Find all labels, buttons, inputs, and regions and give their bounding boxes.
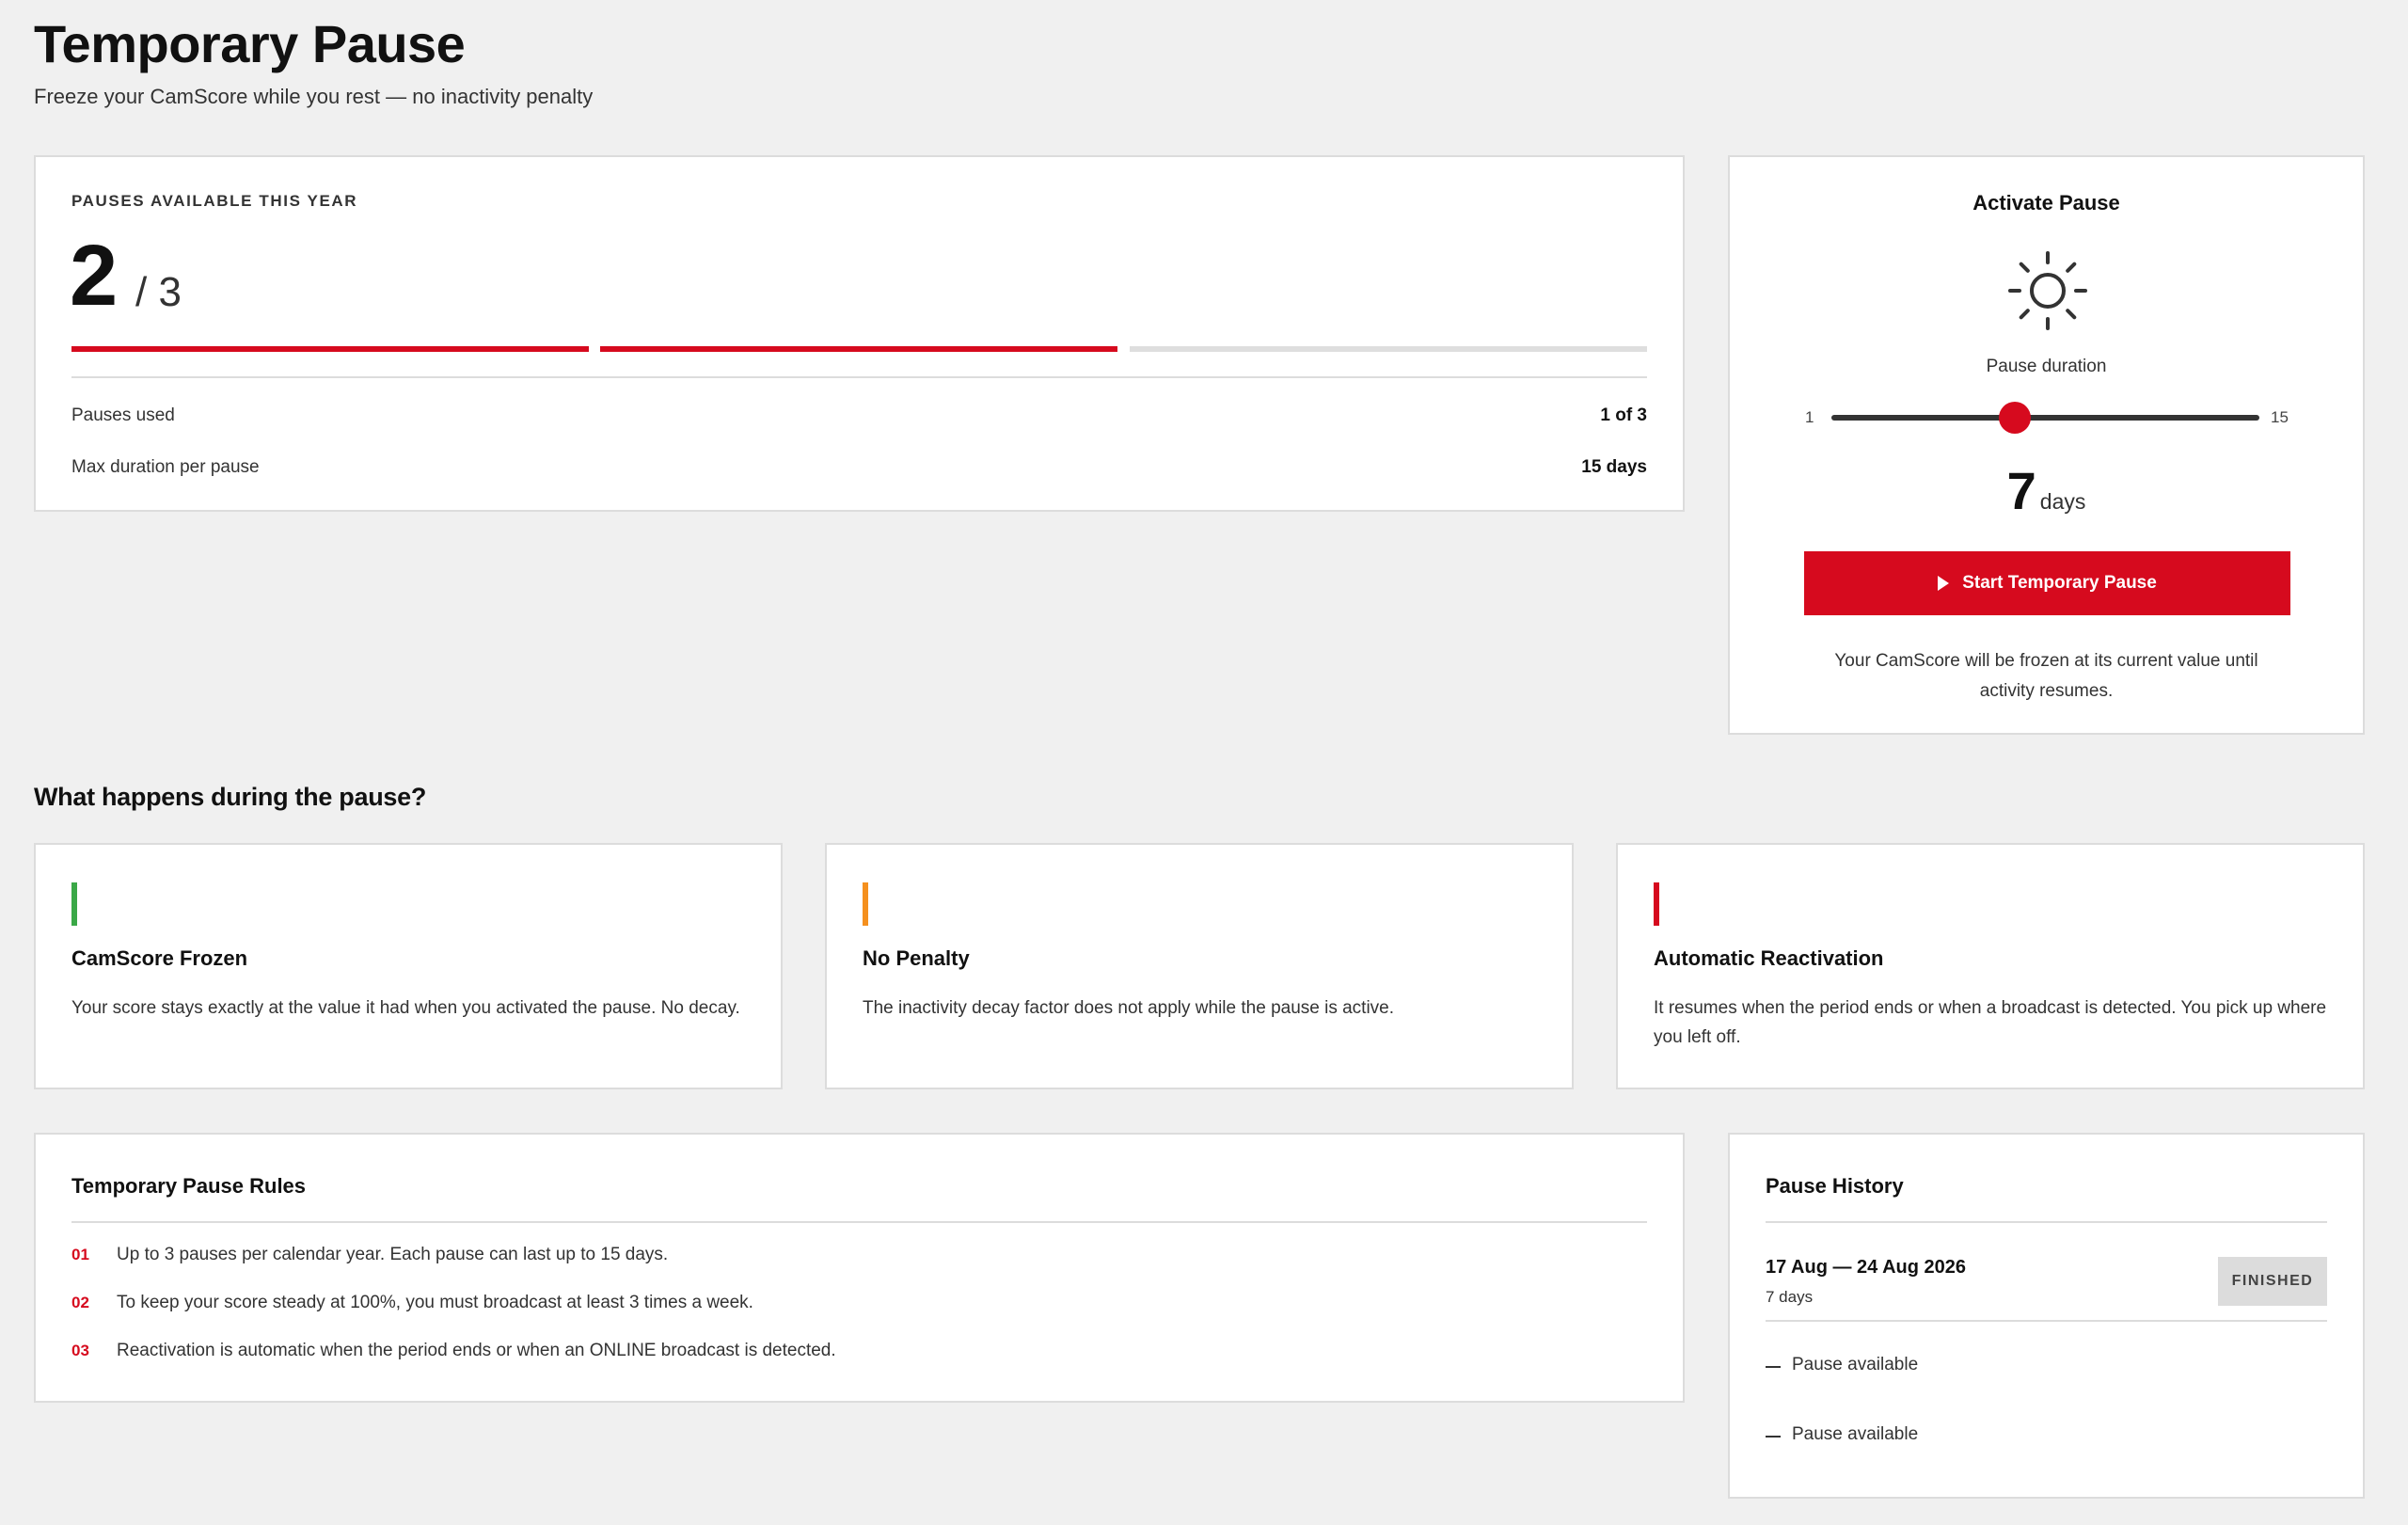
play-icon <box>1938 576 1950 591</box>
pauses-available-card: PAUSES AVAILABLE THIS YEAR 2 / 3 Pauses … <box>34 155 1685 512</box>
pause-segment-3 <box>1130 346 1647 352</box>
history-entry-divider <box>1766 1320 2327 1322</box>
info-card-title: CamScore Frozen <box>71 946 248 970</box>
activate-note: Your CamScore will be frozen at its curr… <box>1834 651 2258 701</box>
slider-min-label: 1 <box>1805 408 1814 426</box>
pauses-available-count: 2 <box>70 228 119 324</box>
accent-bar <box>71 882 77 926</box>
history-slot-available: Pause available <box>1792 1355 1919 1374</box>
history-slot-available: Pause available <box>1792 1424 1919 1444</box>
rule-number: 02 <box>71 1294 89 1311</box>
info-card-description: It resumes when the period ends or when … <box>1654 998 2327 1047</box>
info-card-automatic-reactivation: Automatic Reactivation It resumes when t… <box>1616 843 2365 1089</box>
dash-icon <box>1766 1436 1781 1438</box>
what-happens-heading: What happens during the pause? <box>34 783 427 811</box>
info-card-no-penalty: No Penalty The inactivity decay factor d… <box>825 843 1574 1089</box>
accent-bar <box>863 882 868 926</box>
history-entry-duration: 7 days <box>1766 1288 1814 1306</box>
selected-duration: 7 days <box>1730 460 2363 521</box>
pauses-available-eyebrow: PAUSES AVAILABLE THIS YEAR <box>71 192 358 210</box>
pause-duration-slider-track[interactable] <box>1831 415 2259 421</box>
info-card-description: The inactivity decay factor does not app… <box>863 998 1395 1018</box>
pause-segment-1 <box>71 346 589 352</box>
info-card-description: Your score stays exactly at the value it… <box>71 998 740 1018</box>
start-temporary-pause-label: Start Temporary Pause <box>1962 573 2157 593</box>
activate-pause-card: Activate Pause Pause duration 1 15 7 days… <box>1728 155 2365 735</box>
info-card-camscore-frozen: CamScore Frozen Your score stays exactly… <box>34 843 783 1089</box>
pause-rules-title: Temporary Pause Rules <box>71 1174 307 1198</box>
pause-history-title: Pause History <box>1766 1174 1904 1198</box>
dash-icon <box>1766 1366 1781 1368</box>
rule-text: To keep your score steady at 100%, you m… <box>117 1293 753 1312</box>
selected-days-unit: days <box>2039 489 2086 514</box>
history-entry-dates: 17 Aug — 24 Aug 2026 <box>1766 1257 1967 1278</box>
selected-days-number: 7 <box>2006 461 2036 520</box>
pause-segment-2 <box>600 346 1117 352</box>
start-temporary-pause-button[interactable]: Start Temporary Pause <box>1804 551 2290 615</box>
sun-icon <box>2008 251 2087 330</box>
activate-pause-title: Activate Pause <box>1972 191 2120 214</box>
page-subtitle: Freeze your CamScore while you rest — no… <box>34 85 594 108</box>
pauses-total: / 3 <box>135 269 182 315</box>
pauses-used-value: 1 of 3 <box>1600 405 1647 425</box>
pauses-used-label: Pauses used <box>71 405 175 425</box>
status-badge: FINISHED <box>2218 1257 2327 1306</box>
accent-bar <box>1654 882 1659 926</box>
slider-max-label: 15 <box>2271 408 2289 426</box>
max-duration-label: Max duration per pause <box>71 457 260 477</box>
rules-divider <box>71 1221 1647 1223</box>
pause-duration-label: Pause duration <box>1986 357 2107 376</box>
pause-duration-slider-thumb[interactable] <box>1999 402 2031 434</box>
info-card-title: Automatic Reactivation <box>1654 946 1884 970</box>
pause-history-card: Pause History 17 Aug — 24 Aug 2026 7 day… <box>1728 1133 2365 1499</box>
stats-divider <box>71 376 1647 378</box>
rule-number: 03 <box>71 1342 89 1359</box>
max-duration-value: 15 days <box>1581 457 1647 477</box>
rule-text: Up to 3 pauses per calendar year. Each p… <box>117 1245 669 1264</box>
info-card-title: No Penalty <box>863 946 970 970</box>
history-divider <box>1766 1221 2327 1223</box>
rule-number: 01 <box>71 1246 89 1263</box>
page-title: Temporary Pause <box>34 14 466 73</box>
rule-text: Reactivation is automatic when the perio… <box>117 1341 836 1360</box>
pause-rules-card: Temporary Pause Rules 01 Up to 3 pauses … <box>34 1133 1685 1403</box>
